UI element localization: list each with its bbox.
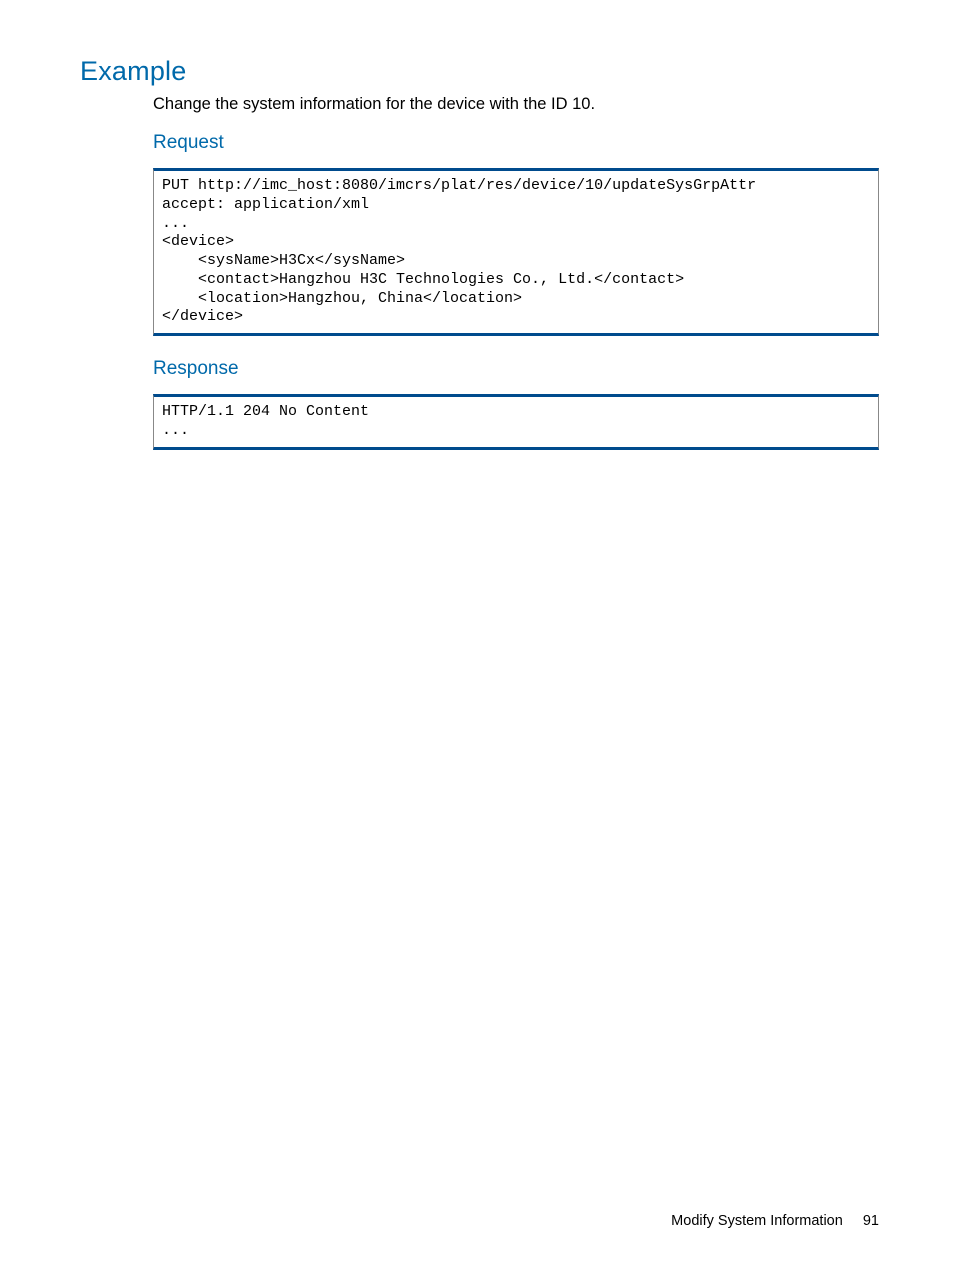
heading-response: Response: [153, 358, 879, 380]
code-block-request: PUT http://imc_host:8080/imcrs/plat/res/…: [153, 168, 879, 336]
page-content: Example Change the system information fo…: [0, 0, 954, 450]
page-footer: Modify System Information 91: [671, 1213, 879, 1229]
footer-page-number: 91: [863, 1213, 879, 1229]
heading-example: Example: [80, 56, 879, 87]
heading-request: Request: [153, 132, 879, 154]
code-block-response: HTTP/1.1 204 No Content ...: [153, 394, 879, 450]
intro-text: Change the system information for the de…: [153, 95, 879, 114]
footer-title: Modify System Information: [671, 1213, 843, 1229]
